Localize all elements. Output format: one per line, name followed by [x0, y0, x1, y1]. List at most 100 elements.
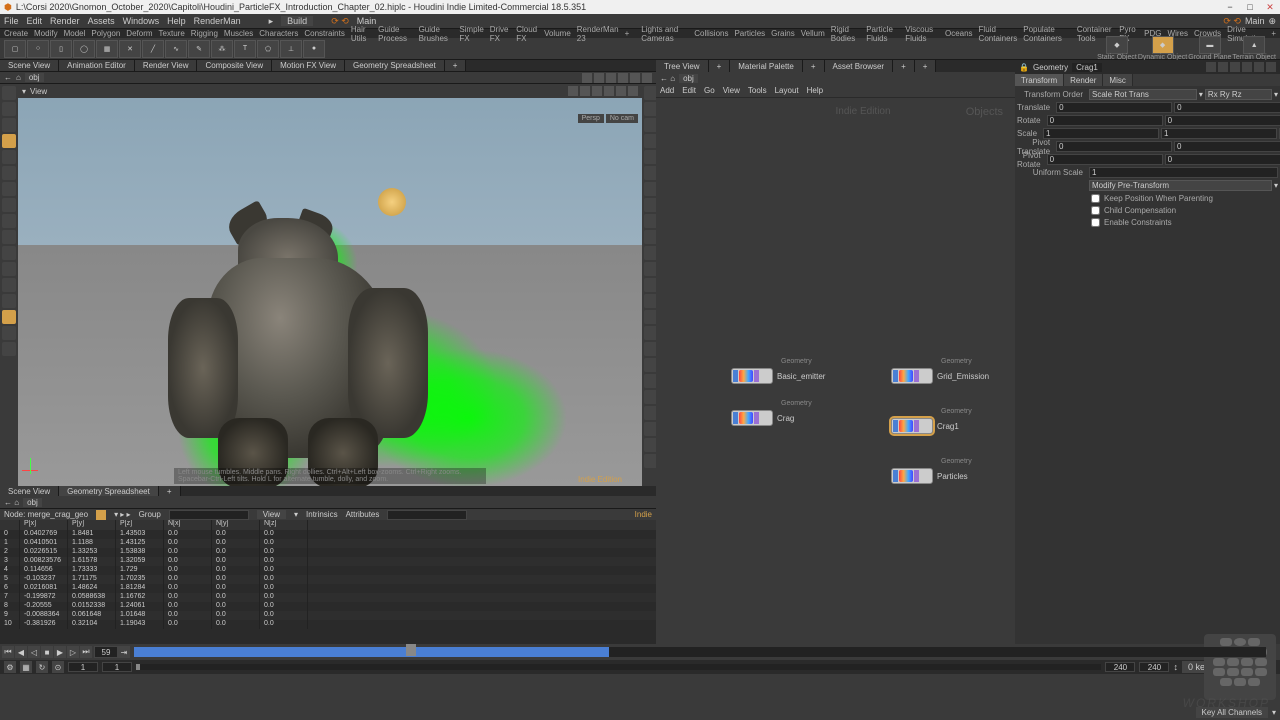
table-row[interactable]: 9-0.00883640.0616481.016480.00.00.0: [0, 611, 656, 620]
pp-select-order[interactable]: Scale Rot Trans: [1089, 89, 1197, 100]
net-menu-view[interactable]: View: [723, 86, 740, 95]
tool-null-icon[interactable]: ✕: [119, 40, 141, 58]
shelf-add[interactable]: +: [625, 29, 630, 38]
path-icon[interactable]: [618, 73, 628, 83]
net-menu-layout[interactable]: Layout: [775, 86, 799, 95]
tool-terrainobject-icon[interactable]: ▲: [1243, 36, 1265, 54]
ss-tab-geospread[interactable]: Geometry Spreadsheet: [59, 486, 159, 496]
path-icon[interactable]: [594, 73, 604, 83]
vp-tool-icon[interactable]: [2, 278, 16, 292]
tool-staticobject-icon[interactable]: ◆: [1106, 36, 1128, 54]
pp-check-constraints[interactable]: [1091, 218, 1100, 227]
tl-opt-icon[interactable]: ⚙: [4, 661, 16, 673]
network-node[interactable]: Geometry Basic_emitter: [731, 368, 825, 384]
vp-header-icon[interactable]: [592, 86, 602, 96]
tl-rangestart-input[interactable]: [102, 662, 132, 672]
tool-metaball-icon[interactable]: ●: [303, 40, 325, 58]
tl-opt-icon[interactable]: ↻: [36, 661, 48, 673]
ss-intrinsics[interactable]: Intrinsics: [306, 510, 338, 519]
shelf-oceans[interactable]: Oceans: [945, 29, 973, 38]
vp-tool-icon[interactable]: [2, 166, 16, 180]
net-menu-go[interactable]: Go: [704, 86, 715, 95]
table-row[interactable]: 20.02265151.332531.538380.00.00.0: [0, 548, 656, 557]
vp-header-icon[interactable]: [628, 86, 638, 96]
shelf-constraints[interactable]: Constraints: [304, 29, 344, 38]
shelf-deform[interactable]: Deform: [126, 29, 152, 38]
tool-box-icon[interactable]: ▢: [4, 40, 26, 58]
table-row[interactable]: 30.008235761.615781.320590.00.00.0: [0, 557, 656, 566]
shelf-renderman[interactable]: RenderMan 23: [577, 25, 619, 43]
pp-input-x[interactable]: [1056, 141, 1172, 152]
shelf-texture[interactable]: Texture: [159, 29, 185, 38]
shelf-muscles[interactable]: Muscles: [224, 29, 253, 38]
tl-play-icon[interactable]: ▶: [54, 646, 66, 658]
network-node[interactable]: Geometry Particles: [891, 468, 968, 484]
timeline-cursor[interactable]: [406, 644, 416, 656]
tl-end-input[interactable]: [1139, 662, 1169, 672]
shelf-characters[interactable]: Characters: [259, 29, 298, 38]
pp-input-uniscale[interactable]: [1089, 167, 1278, 178]
pp-icon[interactable]: [1230, 62, 1240, 72]
shelf-collisions[interactable]: Collisions: [694, 29, 728, 38]
ss-column-header[interactable]: N[y]: [212, 520, 260, 530]
ss-column-header[interactable]: N[z]: [260, 520, 308, 530]
tool-groundplane-icon[interactable]: ▬: [1199, 36, 1221, 54]
viewport[interactable]: ▾ View Persp No cam: [18, 84, 642, 486]
vp-tool-select-icon[interactable]: [2, 86, 16, 100]
back-icon[interactable]: ←: [4, 73, 12, 82]
tab-geospread[interactable]: Geometry Spreadsheet: [345, 60, 445, 71]
close-button[interactable]: ✕: [1264, 2, 1276, 12]
menu-file[interactable]: File: [4, 16, 19, 26]
vp-tool-icon[interactable]: [2, 262, 16, 276]
lock-icon[interactable]: 🔒: [1019, 63, 1029, 72]
tool-tube-icon[interactable]: ▯: [50, 40, 72, 58]
tl-frame-input[interactable]: [94, 646, 118, 658]
tool-platonic-icon[interactable]: ⬠: [257, 40, 279, 58]
table-row[interactable]: 5-0.1032371.711751.702350.00.00.0: [0, 575, 656, 584]
shelf-volume[interactable]: Volume: [544, 29, 571, 38]
net-tab-add[interactable]: +: [915, 60, 937, 72]
tl-last-icon[interactable]: ⏭: [80, 646, 92, 658]
tab-renderview[interactable]: Render View: [135, 60, 198, 71]
network-canvas[interactable]: Indie Edition Objects Geometry Basic_emi…: [656, 98, 1015, 644]
pp-input-y[interactable]: [1165, 115, 1280, 126]
ss-column-header[interactable]: P[y]: [68, 520, 116, 530]
pp-select-rotorder[interactable]: Rx Ry Rz: [1205, 89, 1272, 100]
ss-group-input[interactable]: [169, 510, 249, 520]
vp-tool-icon[interactable]: [2, 246, 16, 260]
menu-help[interactable]: Help: [167, 16, 186, 26]
viewport-persp[interactable]: Persp: [578, 114, 604, 123]
viewport-nocam[interactable]: No cam: [606, 114, 638, 123]
vp-tool-icon[interactable]: [2, 230, 16, 244]
shelf-lights[interactable]: Lights and Cameras: [641, 25, 688, 43]
pp-input-x[interactable]: [1047, 154, 1163, 165]
ss-column-header[interactable]: [0, 520, 20, 530]
shelf-particlefluids[interactable]: Particle Fluids: [866, 25, 899, 43]
pp-icon[interactable]: [1254, 62, 1264, 72]
tool-font-icon[interactable]: T: [234, 40, 256, 58]
tab-add[interactable]: +: [445, 60, 467, 71]
tool-lsystem-icon[interactable]: ⊥: [280, 40, 302, 58]
shelf-populate[interactable]: Populate Containers: [1023, 25, 1071, 43]
pp-node[interactable]: Crag1: [1072, 63, 1102, 72]
table-row[interactable]: 60.02160811.486241.812840.00.00.0: [0, 584, 656, 593]
vp-header-icon[interactable]: [580, 86, 590, 96]
path-icon[interactable]: [630, 73, 640, 83]
table-row[interactable]: 40.1146561.733331.7290.00.00.0: [0, 566, 656, 575]
pp-pretransform[interactable]: Modify Pre-Transform: [1089, 180, 1272, 191]
vp-tool-icon[interactable]: [2, 326, 16, 340]
pp-input-x[interactable]: [1047, 115, 1163, 126]
net-menu-edit[interactable]: Edit: [682, 86, 696, 95]
menu-render[interactable]: Render: [50, 16, 80, 26]
pp-input-y[interactable]: [1174, 102, 1280, 113]
ss-column-header[interactable]: P[x]: [20, 520, 68, 530]
net-tab-tree[interactable]: Tree View: [656, 60, 709, 72]
net-menu-tools[interactable]: Tools: [748, 86, 767, 95]
shelf-grains[interactable]: Grains: [771, 29, 795, 38]
pp-input-x[interactable]: [1043, 128, 1159, 139]
shelf-create[interactable]: Create: [4, 29, 28, 38]
tool-spraypaint-icon[interactable]: ⁂: [211, 40, 233, 58]
net-menu-help[interactable]: Help: [807, 86, 823, 95]
vp-tool-icon[interactable]: [2, 214, 16, 228]
shelf-hairutils[interactable]: Hair Utils: [351, 25, 372, 43]
